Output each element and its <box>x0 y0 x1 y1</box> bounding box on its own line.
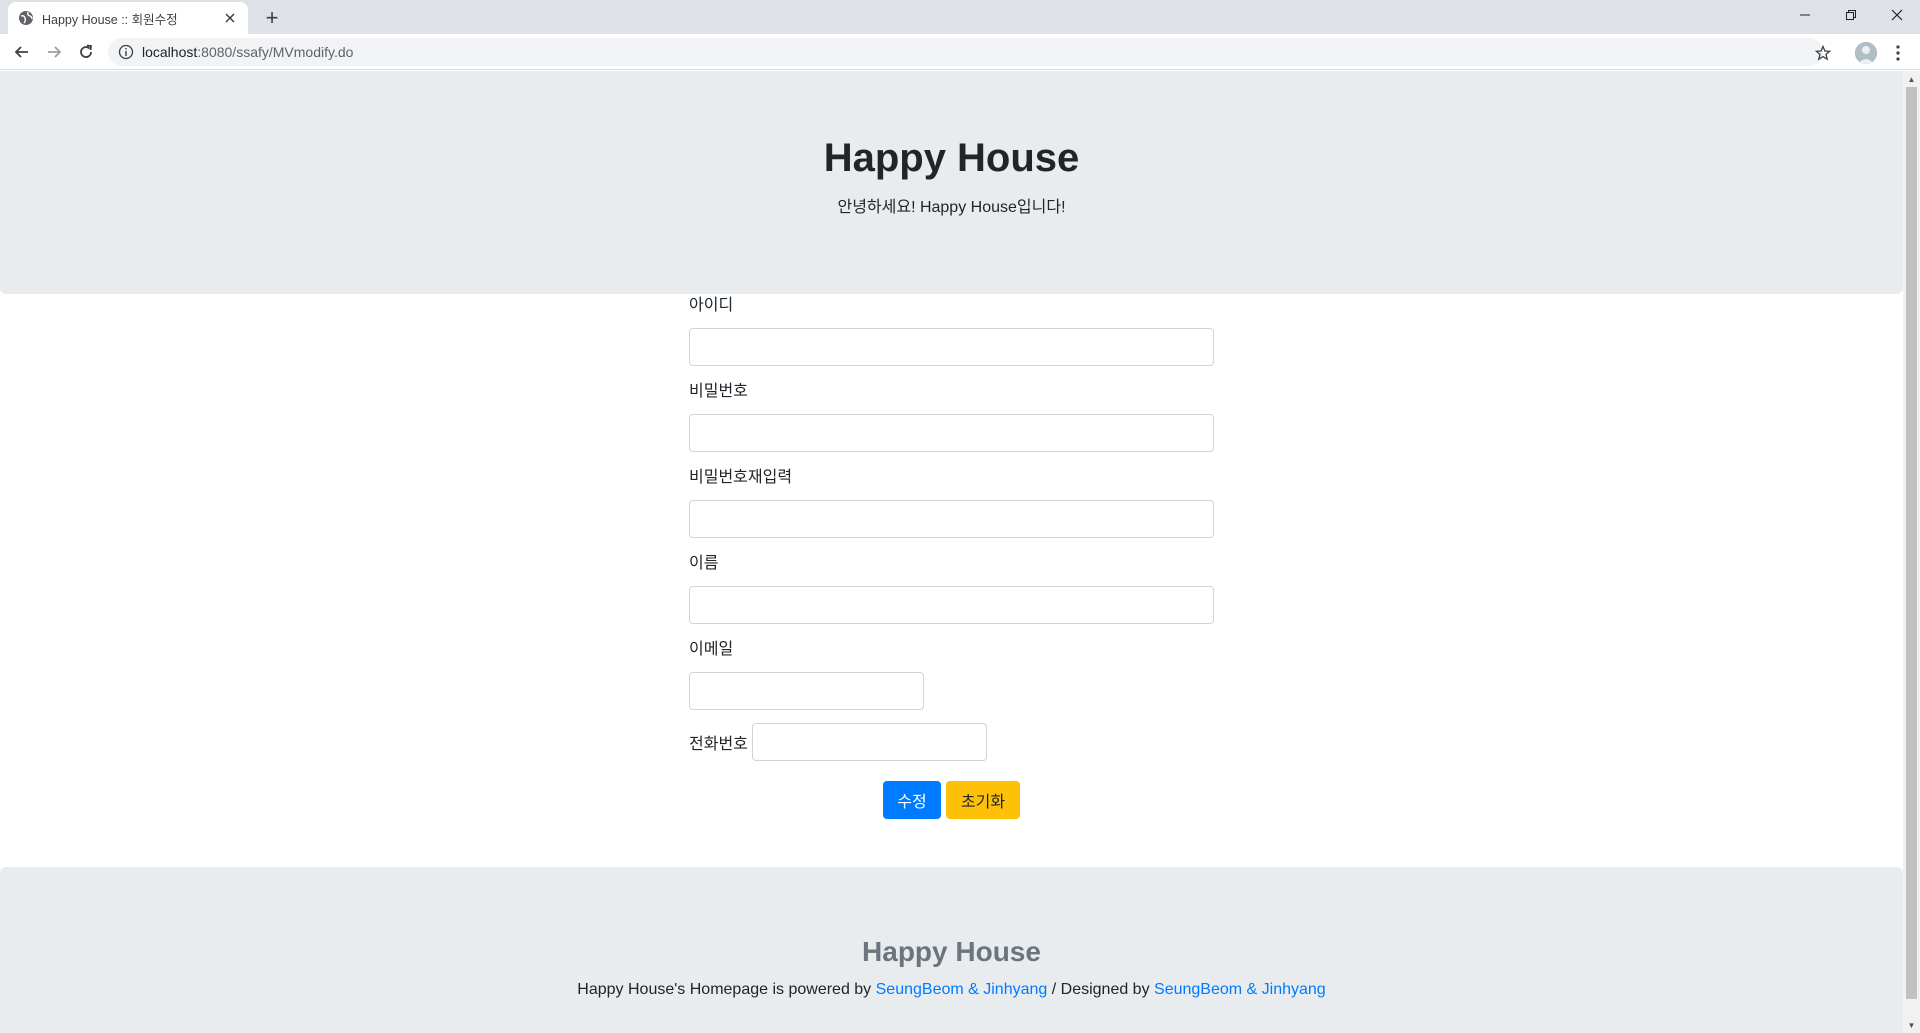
footer-text-prefix: Happy House's Homepage is powered by <box>577 981 876 998</box>
back-arrow-icon[interactable] <box>8 38 36 66</box>
password-label: 비밀번호 <box>689 383 748 400</box>
browser-tab[interactable]: Happy House :: 회원수정 <box>8 2 248 34</box>
browser-toolbar: localhost:8080/ssafy/MVmodify.do <box>0 34 1920 70</box>
footer-text-middle: / Designed by <box>1047 981 1155 998</box>
scroll-down-icon[interactable]: ▼ <box>1903 1017 1920 1033</box>
password-confirm-label: 비밀번호재입력 <box>689 469 793 486</box>
scroll-up-icon[interactable]: ▲ <box>1903 71 1920 87</box>
footer-text: Happy House's Homepage is powered by Seu… <box>0 981 1903 999</box>
footer-title: Happy House <box>862 936 1041 967</box>
info-icon[interactable] <box>118 44 134 60</box>
new-tab-button[interactable]: + <box>258 4 286 32</box>
phone-field[interactable] <box>751 723 987 761</box>
powered-by-link[interactable]: SeungBeom & Jinhyang <box>876 981 1048 998</box>
forward-arrow-icon[interactable] <box>40 38 68 66</box>
url-path: :8080/ssafy/MVmodify.do <box>197 44 354 60</box>
reset-button[interactable]: 초기화 <box>946 781 1020 819</box>
name-label: 이름 <box>689 555 719 572</box>
url-host: localhost <box>142 44 198 60</box>
minimize-icon[interactable] <box>1782 0 1828 30</box>
id-group: 아이디 <box>689 294 1214 366</box>
restore-icon[interactable] <box>1828 0 1874 30</box>
window-close-icon[interactable] <box>1874 0 1920 30</box>
address-bar[interactable]: localhost:8080/ssafy/MVmodify.do <box>108 38 1823 66</box>
name-field[interactable] <box>689 586 1214 624</box>
tab-title: Happy House :: 회원수정 <box>42 12 178 27</box>
browser-tab-bar: Happy House :: 회원수정 + <box>0 0 1920 34</box>
password-confirm-group: 비밀번호재입력 <box>689 466 1214 538</box>
email-field[interactable] <box>689 672 924 710</box>
designed-by-link[interactable]: SeungBeom & Jinhyang <box>1154 981 1326 998</box>
email-label: 이메일 <box>689 641 734 658</box>
menu-icon[interactable] <box>1890 42 1906 64</box>
password-field[interactable] <box>689 414 1214 452</box>
avatar[interactable] <box>1855 42 1877 64</box>
page-subtitle: 안녕하세요! Happy House입니다! <box>837 199 1066 216</box>
star-icon[interactable] <box>1812 42 1834 64</box>
submit-button[interactable]: 수정 <box>883 781 941 819</box>
close-icon[interactable] <box>222 10 238 26</box>
page-title: Happy House <box>823 136 1080 180</box>
id-label: 아이디 <box>689 297 734 314</box>
id-field[interactable] <box>689 328 1214 366</box>
phone-label: 전화번호 <box>689 736 748 753</box>
reload-icon[interactable] <box>72 38 100 66</box>
scrollbar-thumb[interactable] <box>1906 87 1917 999</box>
header-jumbotron: Happy House 안녕하세요! Happy House입니다! <box>0 71 1903 294</box>
globe-icon <box>18 10 34 26</box>
password-group: 비밀번호 <box>689 380 1214 452</box>
email-group: 이메일 <box>689 638 1214 710</box>
footer: Happy House Happy House's Homepage is po… <box>0 867 1903 1033</box>
password-confirm-field[interactable] <box>689 500 1214 538</box>
vertical-scrollbar[interactable]: ▲ ▼ <box>1903 71 1920 1033</box>
name-group: 이름 <box>689 552 1214 624</box>
phone-group: 전화번호 <box>689 723 987 761</box>
page-viewport: Happy House 안녕하세요! Happy House입니다! 아이디 비… <box>0 71 1920 1033</box>
